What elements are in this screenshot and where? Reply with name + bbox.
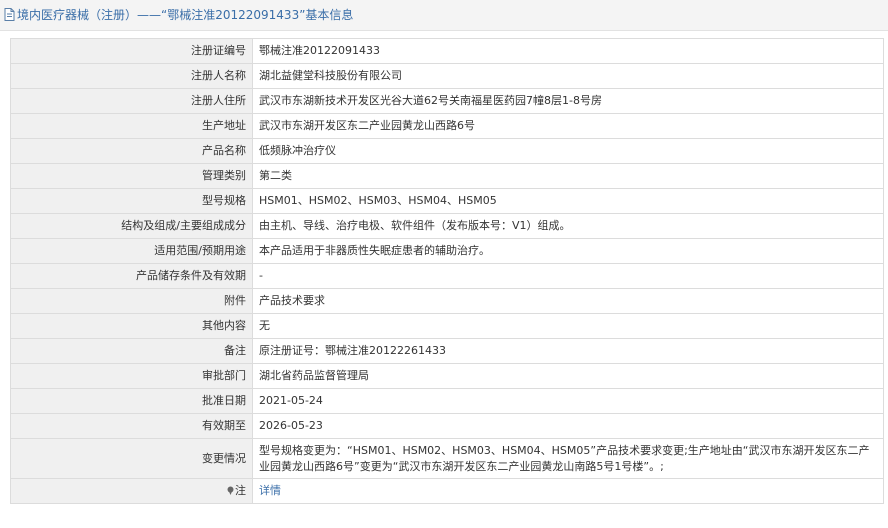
table-row: 产品储存条件及有效期 -: [10, 263, 884, 289]
table-row: 注册人名称 湖北益健堂科技股份有限公司: [10, 63, 884, 89]
table-row: 其他内容 无: [10, 313, 884, 339]
page-title-bar: 境内医疗器械（注册）——“鄂械注准20122091433”基本信息: [0, 0, 888, 31]
row-value: 由主机、导线、治疗电极、软件组件（发布版本号：V1）组成。: [252, 213, 884, 239]
row-value: 第二类: [252, 163, 884, 189]
row-label: 结构及组成/主要组成成分: [10, 213, 253, 239]
table-row: 注册人住所 武汉市东湖新技术开发区光谷大道62号关南福星医药园7幢8层1-8号房: [10, 88, 884, 114]
row-label: 备注: [10, 338, 253, 364]
row-value: 型号规格变更为：“HSM01、HSM02、HSM03、HSM04、HSM05”产…: [252, 438, 884, 479]
details-link[interactable]: 详情: [259, 484, 281, 497]
table-row: 适用范围/预期用途 本产品适用于非器质性失眠症患者的辅助治疗。: [10, 238, 884, 264]
detail-table: 注册证编号 鄂械注准20122091433 注册人名称 湖北益健堂科技股份有限公…: [10, 38, 884, 504]
table-row: 生产地址 武汉市东湖开发区东二产业园黄龙山西路6号: [10, 113, 884, 139]
note-row: 注 详情: [10, 478, 884, 504]
row-label: 型号规格: [10, 188, 253, 214]
row-value: 武汉市东湖开发区东二产业园黄龙山西路6号: [252, 113, 884, 139]
row-value: 鄂械注准20122091433: [252, 38, 884, 64]
table-row: 产品名称 低频脉冲治疗仪: [10, 138, 884, 164]
row-value: 原注册证号：鄂械注准20122261433: [252, 338, 884, 364]
row-value: 2021-05-24: [252, 388, 884, 414]
row-label: 其他内容: [10, 313, 253, 339]
table-row: 结构及组成/主要组成成分 由主机、导线、治疗电极、软件组件（发布版本号：V1）组…: [10, 213, 884, 239]
row-label: 管理类别: [10, 163, 253, 189]
row-label: 产品储存条件及有效期: [10, 263, 253, 289]
page-title: 境内医疗器械（注册）——“鄂械注准20122091433”基本信息: [17, 8, 354, 22]
table-row: 审批部门 湖北省药品监督管理局: [10, 363, 884, 389]
row-value: 武汉市东湖新技术开发区光谷大道62号关南福星医药园7幢8层1-8号房: [252, 88, 884, 114]
row-label: 变更情况: [10, 438, 253, 479]
row-label: 注册人住所: [10, 88, 253, 114]
document-icon: [4, 8, 15, 21]
row-label: 生产地址: [10, 113, 253, 139]
row-value: 低频脉冲治疗仪: [252, 138, 884, 164]
row-label: 注册证编号: [10, 38, 253, 64]
row-label: 批准日期: [10, 388, 253, 414]
row-label: 附件: [10, 288, 253, 314]
row-value: 本产品适用于非器质性失眠症患者的辅助治疗。: [252, 238, 884, 264]
row-label: 产品名称: [10, 138, 253, 164]
table-row: 管理类别 第二类: [10, 163, 884, 189]
pin-icon: [227, 486, 234, 495]
row-value: 产品技术要求: [252, 288, 884, 314]
row-value: HSM01、HSM02、HSM03、HSM04、HSM05: [252, 188, 884, 214]
table-row: 批准日期 2021-05-24: [10, 388, 884, 414]
table-row: 变更情况 型号规格变更为：“HSM01、HSM02、HSM03、HSM04、HS…: [10, 438, 884, 479]
row-value: 湖北省药品监督管理局: [252, 363, 884, 389]
table-row: 注册证编号 鄂械注准20122091433: [10, 38, 884, 64]
row-label: 有效期至: [10, 413, 253, 439]
note-value: 详情: [252, 478, 884, 504]
table-row: 附件 产品技术要求: [10, 288, 884, 314]
row-value: 湖北益健堂科技股份有限公司: [252, 63, 884, 89]
note-label-text: 注: [235, 484, 246, 497]
row-label: 审批部门: [10, 363, 253, 389]
table-row: 备注 原注册证号：鄂械注准20122261433: [10, 338, 884, 364]
table-row: 有效期至 2026-05-23: [10, 413, 884, 439]
row-value: -: [252, 263, 884, 289]
row-value: 2026-05-23: [252, 413, 884, 439]
note-label: 注: [10, 478, 253, 504]
row-label: 适用范围/预期用途: [10, 238, 253, 264]
table-row: 型号规格 HSM01、HSM02、HSM03、HSM04、HSM05: [10, 188, 884, 214]
row-value: 无: [252, 313, 884, 339]
row-label: 注册人名称: [10, 63, 253, 89]
